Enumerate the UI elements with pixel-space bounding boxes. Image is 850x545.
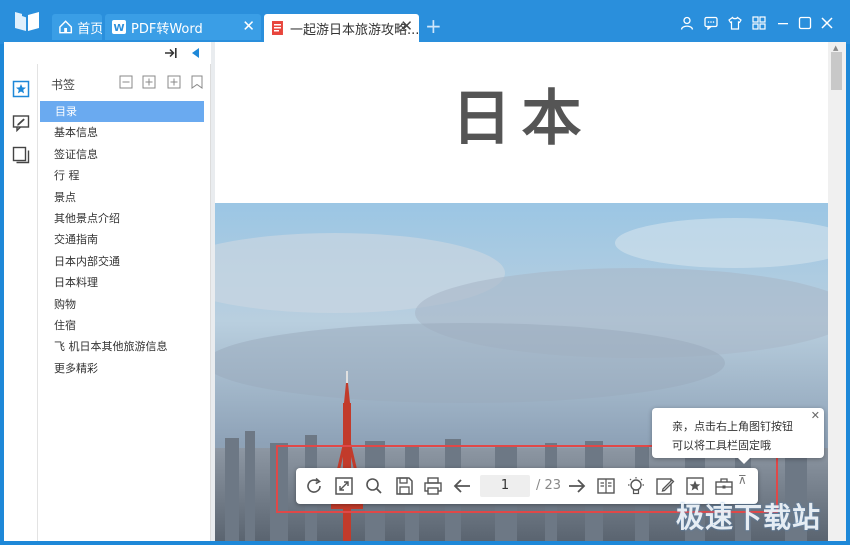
collapse-sidebar-icon[interactable] [190,46,202,60]
sidebar-icon-rail [4,64,38,541]
tooltip-line-1: 亲，点击右上角图钉按钮 [672,420,793,433]
bookmark-header: 书签 [39,64,211,98]
pdf-to-word-icon: W [112,20,126,34]
toolbox-icon[interactable] [714,476,734,496]
next-page-icon[interactable] [567,476,587,496]
bookmark-item[interactable]: 更多精彩 [39,358,211,379]
tooltip-arrow [738,458,750,464]
lightbulb-icon[interactable] [626,476,646,496]
bookmark-star-icon[interactable] [685,476,705,496]
tab-home[interactable]: 首页 [52,14,102,40]
print-icon[interactable] [423,476,443,496]
bookmark-list: 目录 基本信息 签证信息 行 程 景点 其他景点介绍 交通指南 日本内部交通 日… [39,101,211,379]
bookmark-item[interactable]: 住宿 [39,315,211,336]
edit-icon[interactable] [655,476,675,496]
rotate-icon[interactable] [304,476,324,496]
tab-close-icon[interactable]: ✕ [242,18,255,34]
close-icon[interactable] [818,14,836,32]
minimize-icon[interactable] [774,14,792,32]
app-logo-icon [15,12,39,31]
tooltip-close-icon[interactable]: ✕ [811,409,820,422]
bookmark-item[interactable]: 日本料理 [39,272,211,293]
svg-text:W: W [113,23,124,34]
tooltip-line-2: 可以将工具栏固定哦 [672,439,771,452]
new-tab-icon[interactable]: + [425,14,442,38]
watermark-text: 极速下载站 [676,501,822,534]
sidebar-top-bar [4,42,213,64]
home-icon [59,20,73,34]
reading-mode-icon[interactable] [596,476,616,496]
tab-document[interactable]: 一起游日本旅游攻略... ✕ [264,14,419,42]
toolbar-tip-popup: 亲，点击右上角图钉按钮 可以将工具栏固定哦 ✕ [652,408,824,464]
message-icon[interactable] [702,14,720,32]
bookmark-item[interactable]: 日本内部交通 [39,251,211,272]
expand-all-icon[interactable] [142,75,156,89]
tab-home-label: 首页 [77,21,102,37]
tab-pdf-to-word-label: PDF转Word [131,21,203,37]
bookmark-item[interactable]: 其他景点介绍 [39,208,211,229]
scroll-up-arrow-icon[interactable]: ▲ [833,44,838,52]
previous-page-icon[interactable] [452,476,472,496]
page-number-input[interactable]: 1 [480,475,530,497]
save-icon[interactable] [394,476,414,496]
add-bookmark-icon[interactable] [167,75,181,89]
tab-close-icon[interactable]: ✕ [400,18,413,34]
user-icon[interactable] [678,14,696,32]
bookmark-item[interactable]: 购物 [39,294,211,315]
pdf-file-icon [271,21,283,35]
total-pages-label: / 23 [536,478,562,493]
bookmark-item[interactable]: 基本信息 [39,122,211,143]
search-icon[interactable] [364,476,384,496]
bookmark-item[interactable]: 行 程 [39,165,211,186]
thumbnails-icon[interactable] [12,146,30,164]
document-title: 日本 [451,84,592,154]
vertical-scrollbar[interactable]: ▲ [828,42,846,541]
apps-grid-icon[interactable] [750,14,768,32]
maximize-icon[interactable] [796,14,814,32]
fit-page-icon[interactable] [334,476,354,496]
collapse-all-icon[interactable] [119,75,133,89]
title-bar: 首页 W PDF转Word ✕ 一起游日本旅游攻略... ✕ + [0,0,850,44]
app-window: 首页 W PDF转Word ✕ 一起游日本旅游攻略... ✕ + 书签 目录 基… [0,0,850,545]
bookmark-panel-title: 书签 [51,78,76,92]
bookmark-item[interactable]: 交通指南 [39,229,211,250]
bookmark-flag-icon[interactable] [190,75,204,89]
annotation-icon[interactable] [12,114,30,132]
bookmark-item[interactable]: 景点 [39,187,211,208]
bookmark-item[interactable]: 飞 机日本其他旅游信息 [39,336,211,357]
bookmark-star-icon[interactable] [12,80,30,98]
pin-panel-icon[interactable] [164,46,178,60]
bookmark-item[interactable]: 目录 [40,101,204,123]
bookmark-panel: 书签 目录 基本信息 签证信息 行 程 景点 其他景点介绍 交通指南 日本内部交… [39,64,211,541]
scrollbar-thumb[interactable] [831,52,842,90]
pin-toolbar-icon[interactable]: ⊼ [738,473,747,487]
bookmark-item[interactable]: 签证信息 [39,144,211,165]
tab-pdf-to-word[interactable]: W PDF转Word ✕ [105,14,261,40]
skin-shirt-icon[interactable] [726,14,744,32]
